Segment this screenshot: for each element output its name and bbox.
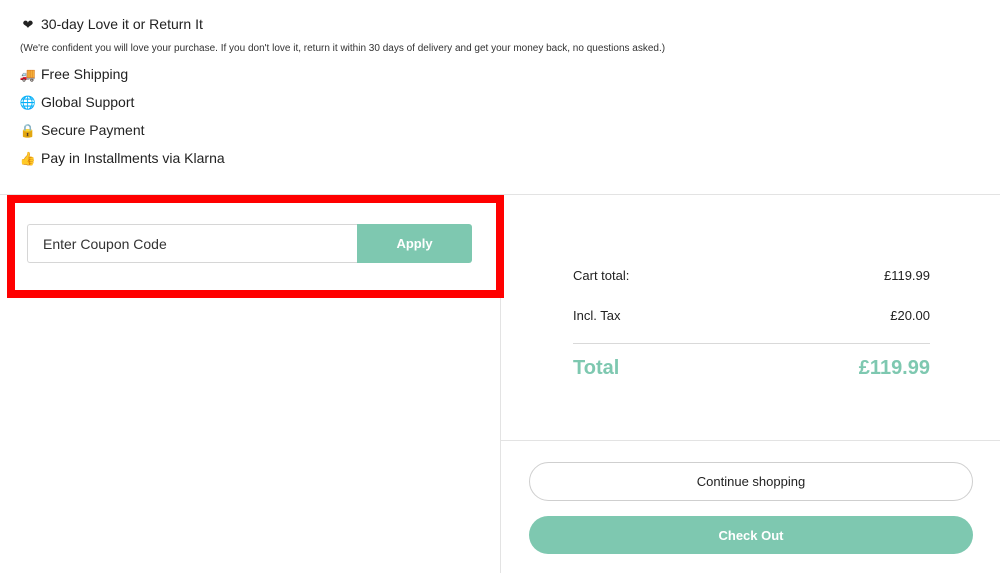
coupon-code-input[interactable] bbox=[27, 224, 357, 263]
truck-icon: 🚚 bbox=[19, 66, 37, 82]
guarantee-note: (We're confident you will love your purc… bbox=[20, 43, 666, 54]
thumbs-up-icon: 👍 bbox=[19, 150, 37, 166]
perk-free-shipping: 🚚 Free Shipping bbox=[20, 64, 128, 84]
total-separator bbox=[573, 343, 930, 344]
guarantee-label: 30-day Love it or Return It bbox=[41, 16, 203, 32]
summary-divider bbox=[501, 440, 1000, 441]
perk-label: Pay in Installments via Klarna bbox=[41, 150, 225, 166]
lock-icon: 🔒 bbox=[19, 122, 37, 138]
grand-total-row: Total £119.99 bbox=[573, 357, 930, 380]
perk-global-support: 🌐 Global Support bbox=[19, 92, 135, 112]
cart-total-label: Cart total: bbox=[573, 268, 630, 283]
perk-secure-payment: 🔒 Secure Payment bbox=[20, 120, 145, 140]
guarantee-line: ❤ 30-day Love it or Return It bbox=[20, 14, 203, 34]
globe-icon: 🌐 bbox=[19, 94, 37, 110]
perk-label: Global Support bbox=[41, 94, 135, 110]
cart-total-value: £119.99 bbox=[883, 268, 930, 283]
continue-shopping-button[interactable]: Continue shopping bbox=[529, 462, 973, 501]
heart-icon: ❤ bbox=[22, 16, 34, 32]
apply-coupon-button[interactable]: Apply bbox=[357, 224, 472, 263]
tax-label: Incl. Tax bbox=[573, 308, 621, 323]
total-label: Total bbox=[573, 357, 620, 379]
tax-row: Incl. Tax £20.00 bbox=[573, 308, 930, 323]
perk-label: Free Shipping bbox=[41, 66, 129, 82]
total-value: £119.99 bbox=[858, 357, 930, 379]
perk-label: Secure Payment bbox=[41, 122, 145, 138]
cart-total-row: Cart total: £119.99 bbox=[573, 268, 930, 283]
perk-klarna: 👍 Pay in Installments via Klarna bbox=[20, 148, 225, 168]
checkout-button[interactable]: Check Out bbox=[529, 516, 973, 554]
tax-value: £20.00 bbox=[890, 308, 930, 323]
